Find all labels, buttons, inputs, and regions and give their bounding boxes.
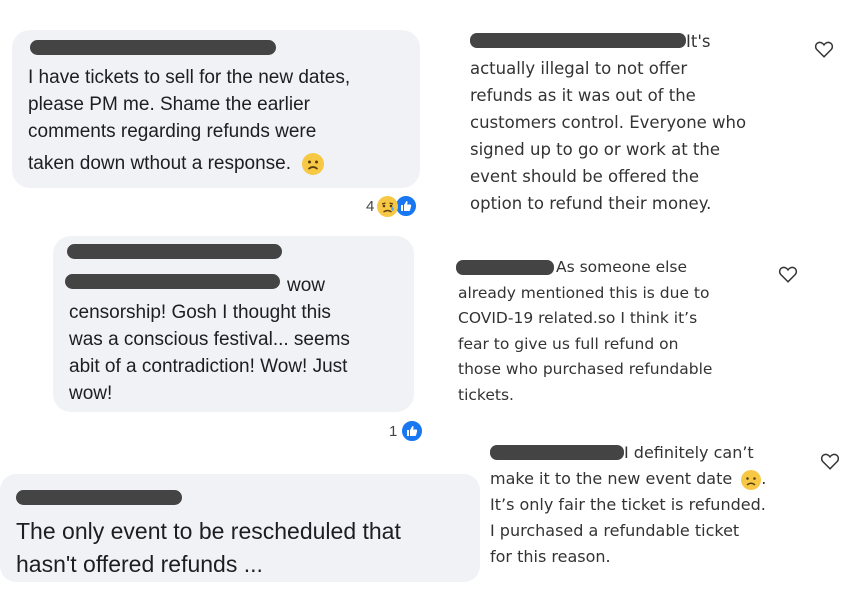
comment-bubble-1: I have tickets to sell for the new dates…: [12, 30, 420, 188]
comment-text: I have tickets to sell for the new dates…: [28, 67, 351, 175]
thumbs-up-icon: [400, 419, 425, 443]
redacted-username: [67, 244, 282, 259]
redacted-username: [16, 490, 182, 505]
comment-text: wow censorship! Gosh I thought this was …: [69, 275, 350, 404]
comment-bubble-2: wow censorship! Gosh I thought this was …: [53, 236, 414, 412]
like-heart-icon[interactable]: [813, 38, 835, 60]
comment-right-2: As someone else already mentioned this i…: [456, 255, 778, 408]
redacted-username: [470, 33, 686, 48]
like-heart-icon[interactable]: [819, 450, 841, 472]
reaction-summary[interactable]: 1: [389, 419, 425, 443]
redacted-username: [456, 260, 554, 275]
reaction-count: 1: [389, 422, 398, 440]
sad-face-icon: [741, 469, 762, 490]
reaction-count: 4: [366, 197, 375, 215]
comment-text: The only event to be rescheduled that ha…: [16, 518, 401, 577]
reaction-summary[interactable]: 4: [366, 194, 419, 218]
comment-text: It's actually illegal to not offer refun…: [470, 32, 747, 213]
comment-bubble-3: The only event to be rescheduled that ha…: [0, 474, 480, 582]
redacted-username: [30, 40, 276, 55]
redacted-username: [490, 445, 624, 460]
like-heart-icon[interactable]: [777, 263, 799, 285]
comment-right-1: It's actually illegal to not offer refun…: [470, 28, 790, 217]
frown-emoji-icon: [302, 152, 325, 175]
comment-right-3: I definitely can’t make it to the new ev…: [490, 440, 810, 570]
comment-text: As someone else already mentioned this i…: [458, 258, 713, 404]
sad-face-icon: [377, 195, 399, 217]
